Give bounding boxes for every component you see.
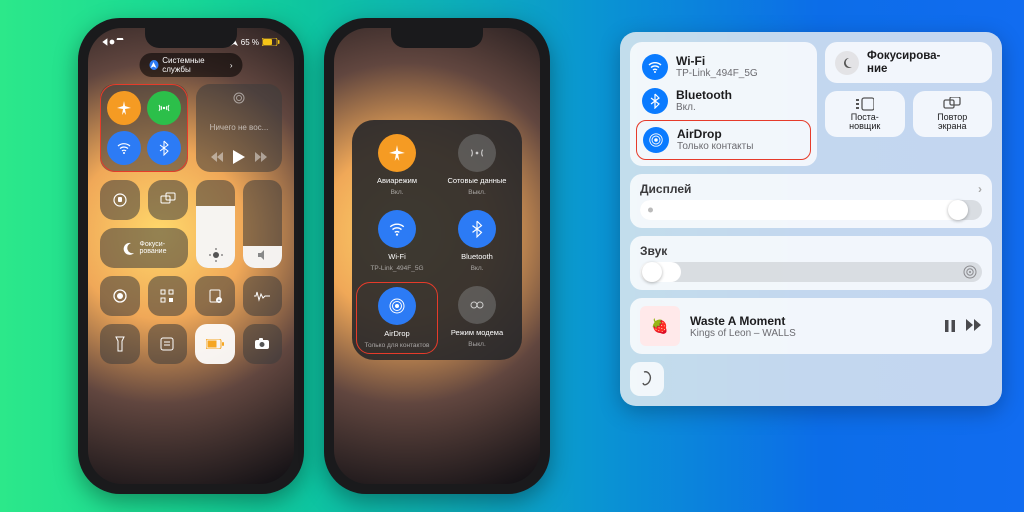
airplane-item[interactable]: Авиарежим Вкл. [360,134,434,196]
control-grid: + [100,276,282,364]
wifi-row[interactable]: Wi-FiTP-Link_494F_5G [640,50,807,84]
notch [145,28,237,48]
screen: Авиарежим Вкл. Сотовые данные Выкл. Wi-F… [334,28,540,484]
volume-icon [256,248,270,262]
bluetooth-toggle[interactable] [147,131,181,165]
screen: 65 % Системные службы › [88,28,294,484]
airplay-audio-icon[interactable] [963,265,977,279]
sun-icon [209,248,223,262]
qr-scan-button[interactable] [148,276,188,316]
wifi-toggle[interactable] [107,131,141,165]
chevron-right-icon: › [230,61,233,70]
mac-control-center: Wi-FiTP-Link_494F_5G BluetoothВкл. AirDr… [620,32,1002,406]
album-art: 🍓 [640,306,680,346]
connectivity-expanded: Авиарежим Вкл. Сотовые данные Выкл. Wi-F… [352,120,522,360]
pause-icon[interactable] [944,319,956,333]
pill-label: Системные службы [162,56,226,74]
notes-button[interactable]: + [195,276,235,316]
hotspot-item[interactable]: Режим модема Выкл. [440,286,514,350]
moon-icon [835,51,859,75]
hearing-button[interactable] [630,362,664,396]
display-card: Дисплей › [630,174,992,228]
sun-icon [645,205,656,216]
status-left [102,38,124,46]
airdrop-item[interactable]: AirDrop Только для контактов [356,282,438,354]
airdrop-icon [643,127,669,153]
song-artist: Kings of Leon – WALLS [690,328,934,339]
mirror-icon [943,97,961,111]
airdrop-row[interactable]: AirDropТолько контакты [641,123,806,157]
volume-slider[interactable] [243,180,282,268]
screen-record-button[interactable] [100,276,140,316]
screen-mirror-button[interactable] [148,180,188,220]
low-power-button[interactable] [195,324,235,364]
location-icon [150,60,159,70]
now-playing-tile[interactable]: Ничего не вос... [196,84,282,172]
airplane-toggle[interactable] [107,91,141,125]
bluetooth-item[interactable]: Bluetooth Вкл. [440,210,514,272]
battery-text: 65 % [241,38,259,47]
battery-icon [262,38,280,46]
media-title: Ничего не вос... [210,123,269,132]
ear-icon [639,370,655,388]
focus-label: Фокуси- рование [140,241,167,255]
rotation-lock-button[interactable] [100,180,140,220]
iphone-left: 65 % Системные службы › [78,18,304,494]
sound-recognition-button[interactable] [243,276,283,316]
cellular-item[interactable]: Сотовые данные Выкл. [440,134,514,196]
calculator-button[interactable] [148,324,188,364]
wifi-icon [642,54,668,80]
play-icon[interactable] [233,150,245,164]
screen-mirror-button[interactable]: Повтор экрана [913,91,993,137]
focus-card[interactable]: Фокусирова- ние [825,42,992,83]
airplay-icon [233,92,245,104]
bluetooth-icon [458,210,496,248]
system-services-pill[interactable]: Системные службы › [140,53,243,77]
svg-text:+: + [217,298,220,304]
focus-button[interactable]: Фокуси- рование [100,228,188,268]
iphone-right: Авиарежим Вкл. Сотовые данные Выкл. Wi-F… [324,18,550,494]
notch [391,28,483,48]
hotspot-icon [458,286,496,324]
prev-icon[interactable] [211,152,223,162]
moon-icon [122,241,136,255]
now-playing-card[interactable]: 🍓 Waste A MomentKings of Leon – WALLS [630,298,992,354]
cellular-icon [458,134,496,172]
sound-label: Звук [640,244,667,258]
wifi-icon [378,210,416,248]
flashlight-button[interactable] [100,324,140,364]
cellular-toggle[interactable] [147,91,181,125]
connectivity-tile[interactable] [100,84,188,172]
sound-card: Звук [630,236,992,290]
bluetooth-row[interactable]: BluetoothВкл. [640,84,807,118]
status-right: 65 % [230,38,280,47]
focus-label: Фокусирова- ние [867,50,940,75]
wifi-item[interactable]: Wi-Fi TP-Link_494F_5G [360,210,434,272]
stage-icon [856,97,874,111]
volume-slider[interactable] [640,262,982,282]
next-icon[interactable] [966,319,982,331]
song-title: Waste A Moment [690,314,934,328]
airdrop-icon [378,287,416,325]
display-label: Дисплей [640,182,691,196]
stage-manager-button[interactable]: Поста- новщик [825,91,905,137]
brightness-slider[interactable] [640,200,982,220]
connectivity-card: Wi-FiTP-Link_494F_5G BluetoothВкл. AirDr… [630,42,817,166]
airplane-icon [378,134,416,172]
next-icon[interactable] [255,152,267,162]
bluetooth-icon [642,88,668,114]
chevron-right-icon[interactable]: › [978,182,982,196]
brightness-slider[interactable] [196,180,235,268]
camera-button[interactable] [243,324,283,364]
control-center: Ничего не вос... Фокуси- рование [100,84,282,464]
